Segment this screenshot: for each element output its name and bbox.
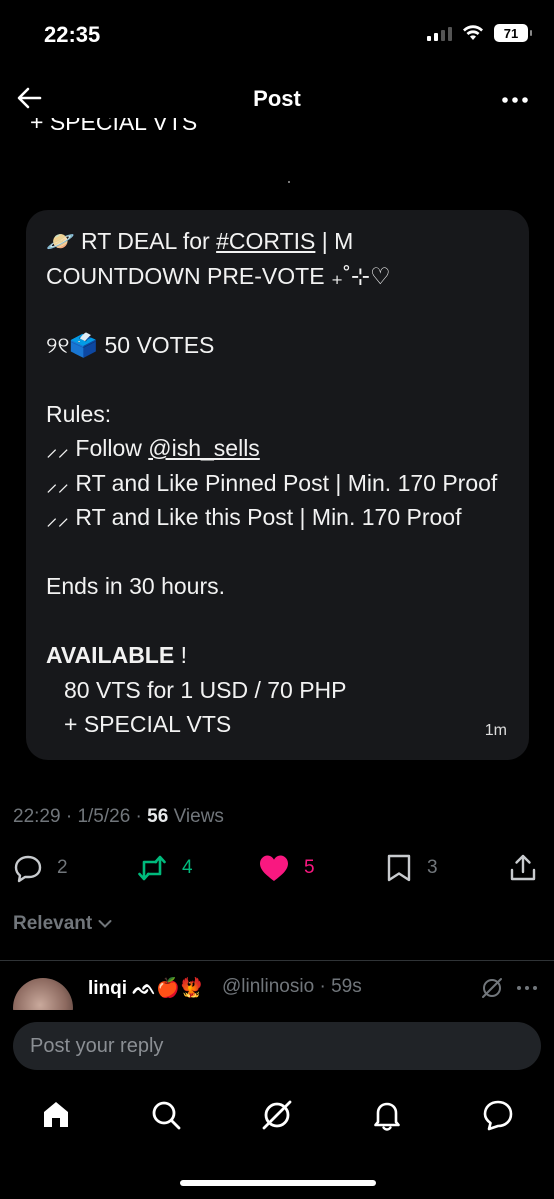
repost-count: 4 bbox=[182, 857, 193, 878]
price-line: 80 VTS for 1 USD / 70 PHP bbox=[64, 676, 347, 703]
mention-link[interactable]: @ish_sells bbox=[148, 435, 260, 461]
post-meta: 22:29 · 1/5/26 · 56 Views bbox=[13, 806, 224, 827]
heart-icon bbox=[260, 855, 288, 881]
more-options-icon[interactable] bbox=[500, 85, 530, 115]
rule-follow: ⸝⸝ Follow @ish_sells bbox=[46, 435, 260, 461]
divider bbox=[0, 960, 554, 961]
special-line: + SPECIAL VTS bbox=[64, 711, 232, 737]
ends-text: Ends in 30 hours. bbox=[46, 573, 226, 599]
bookmark-button[interactable]: 3 bbox=[385, 850, 438, 886]
rule-pinned: ⸝⸝ RT and Like Pinned Post | Min. 170 Pr… bbox=[46, 469, 498, 496]
like-count: 5 bbox=[304, 857, 315, 878]
sort-dropdown[interactable]: Relevant bbox=[13, 913, 112, 935]
reply-item[interactable]: linqi ᨒ🍎🐦‍🔥 @linlinosio · 59s bbox=[0, 966, 554, 1038]
action-bar: 2 4 5 3 bbox=[0, 850, 554, 886]
page-title: Post bbox=[253, 86, 301, 111]
post-time: 22:29 bbox=[13, 806, 61, 827]
repost-icon bbox=[138, 855, 166, 881]
rules-title: Rules: bbox=[46, 400, 112, 427]
post-votes-line: ୨୧🗳️ 50 VOTES bbox=[46, 331, 215, 358]
reply-input[interactable] bbox=[13, 1022, 541, 1070]
available-heading: AVAILABLE ! bbox=[46, 642, 187, 668]
post-age-badge: 1m bbox=[484, 721, 507, 739]
reply-button[interactable]: 2 bbox=[13, 850, 68, 886]
reply-more-icon[interactable] bbox=[516, 979, 538, 997]
messages-icon bbox=[483, 1100, 513, 1131]
tab-notifications[interactable] bbox=[367, 1095, 407, 1135]
grok-icon bbox=[262, 1100, 292, 1130]
like-button[interactable]: 5 bbox=[258, 850, 315, 886]
status-time: 22:35 bbox=[44, 22, 101, 47]
signal-icon bbox=[427, 25, 452, 41]
bell-icon bbox=[374, 1102, 400, 1131]
search-icon bbox=[152, 1101, 181, 1130]
home-indicator[interactable] bbox=[180, 1180, 376, 1186]
reply-author-handle: @linlinosio · 59s bbox=[222, 976, 362, 997]
chevron-down-icon bbox=[98, 920, 112, 928]
rule-this-post: ⸝⸝ RT and Like this Post | Min. 170 Proo… bbox=[46, 504, 462, 530]
nav-bar: Post bbox=[0, 75, 554, 123]
divider-dot bbox=[288, 181, 290, 183]
wifi-icon bbox=[463, 25, 483, 40]
post-line-title: 🪐 RT DEAL for #CORTIS | M bbox=[46, 228, 354, 254]
reply-icon bbox=[14, 855, 42, 883]
status-bar: 22:35 71 bbox=[0, 0, 554, 70]
share-icon bbox=[510, 854, 536, 881]
tab-grok[interactable] bbox=[257, 1095, 297, 1135]
share-button[interactable] bbox=[508, 850, 538, 886]
tab-bar bbox=[0, 1085, 554, 1145]
battery-icon: 71 bbox=[494, 24, 532, 42]
home-icon bbox=[44, 1102, 68, 1127]
views-count: 56 bbox=[147, 806, 169, 827]
sort-label: Relevant bbox=[13, 913, 93, 934]
status-icons: 71 bbox=[427, 24, 532, 42]
bookmark-count: 3 bbox=[427, 857, 438, 878]
post-card[interactable]: 🪐 RT DEAL for #CORTIS | M COUNTDOWN PRE-… bbox=[26, 210, 529, 760]
bookmark-icon bbox=[387, 854, 411, 882]
reply-count: 2 bbox=[57, 857, 68, 878]
hashtag-link[interactable]: #CORTIS bbox=[216, 228, 315, 254]
post-line-subtitle: COUNTDOWN PRE-VOTE ₊˚⊹♡ bbox=[46, 262, 391, 289]
views-label[interactable]: Views bbox=[174, 806, 224, 827]
tab-messages[interactable] bbox=[478, 1095, 518, 1135]
post-date: 1/5/26 bbox=[77, 806, 131, 827]
tab-search[interactable] bbox=[146, 1095, 186, 1135]
reply-author-name[interactable]: linqi ᨒ🍎🐦‍🔥 bbox=[88, 976, 203, 1000]
grok-icon[interactable] bbox=[480, 976, 504, 1000]
repost-button[interactable]: 4 bbox=[136, 850, 193, 886]
clipped-post-text: + SPECIAL VTS bbox=[30, 118, 198, 135]
tab-home[interactable] bbox=[36, 1095, 76, 1135]
